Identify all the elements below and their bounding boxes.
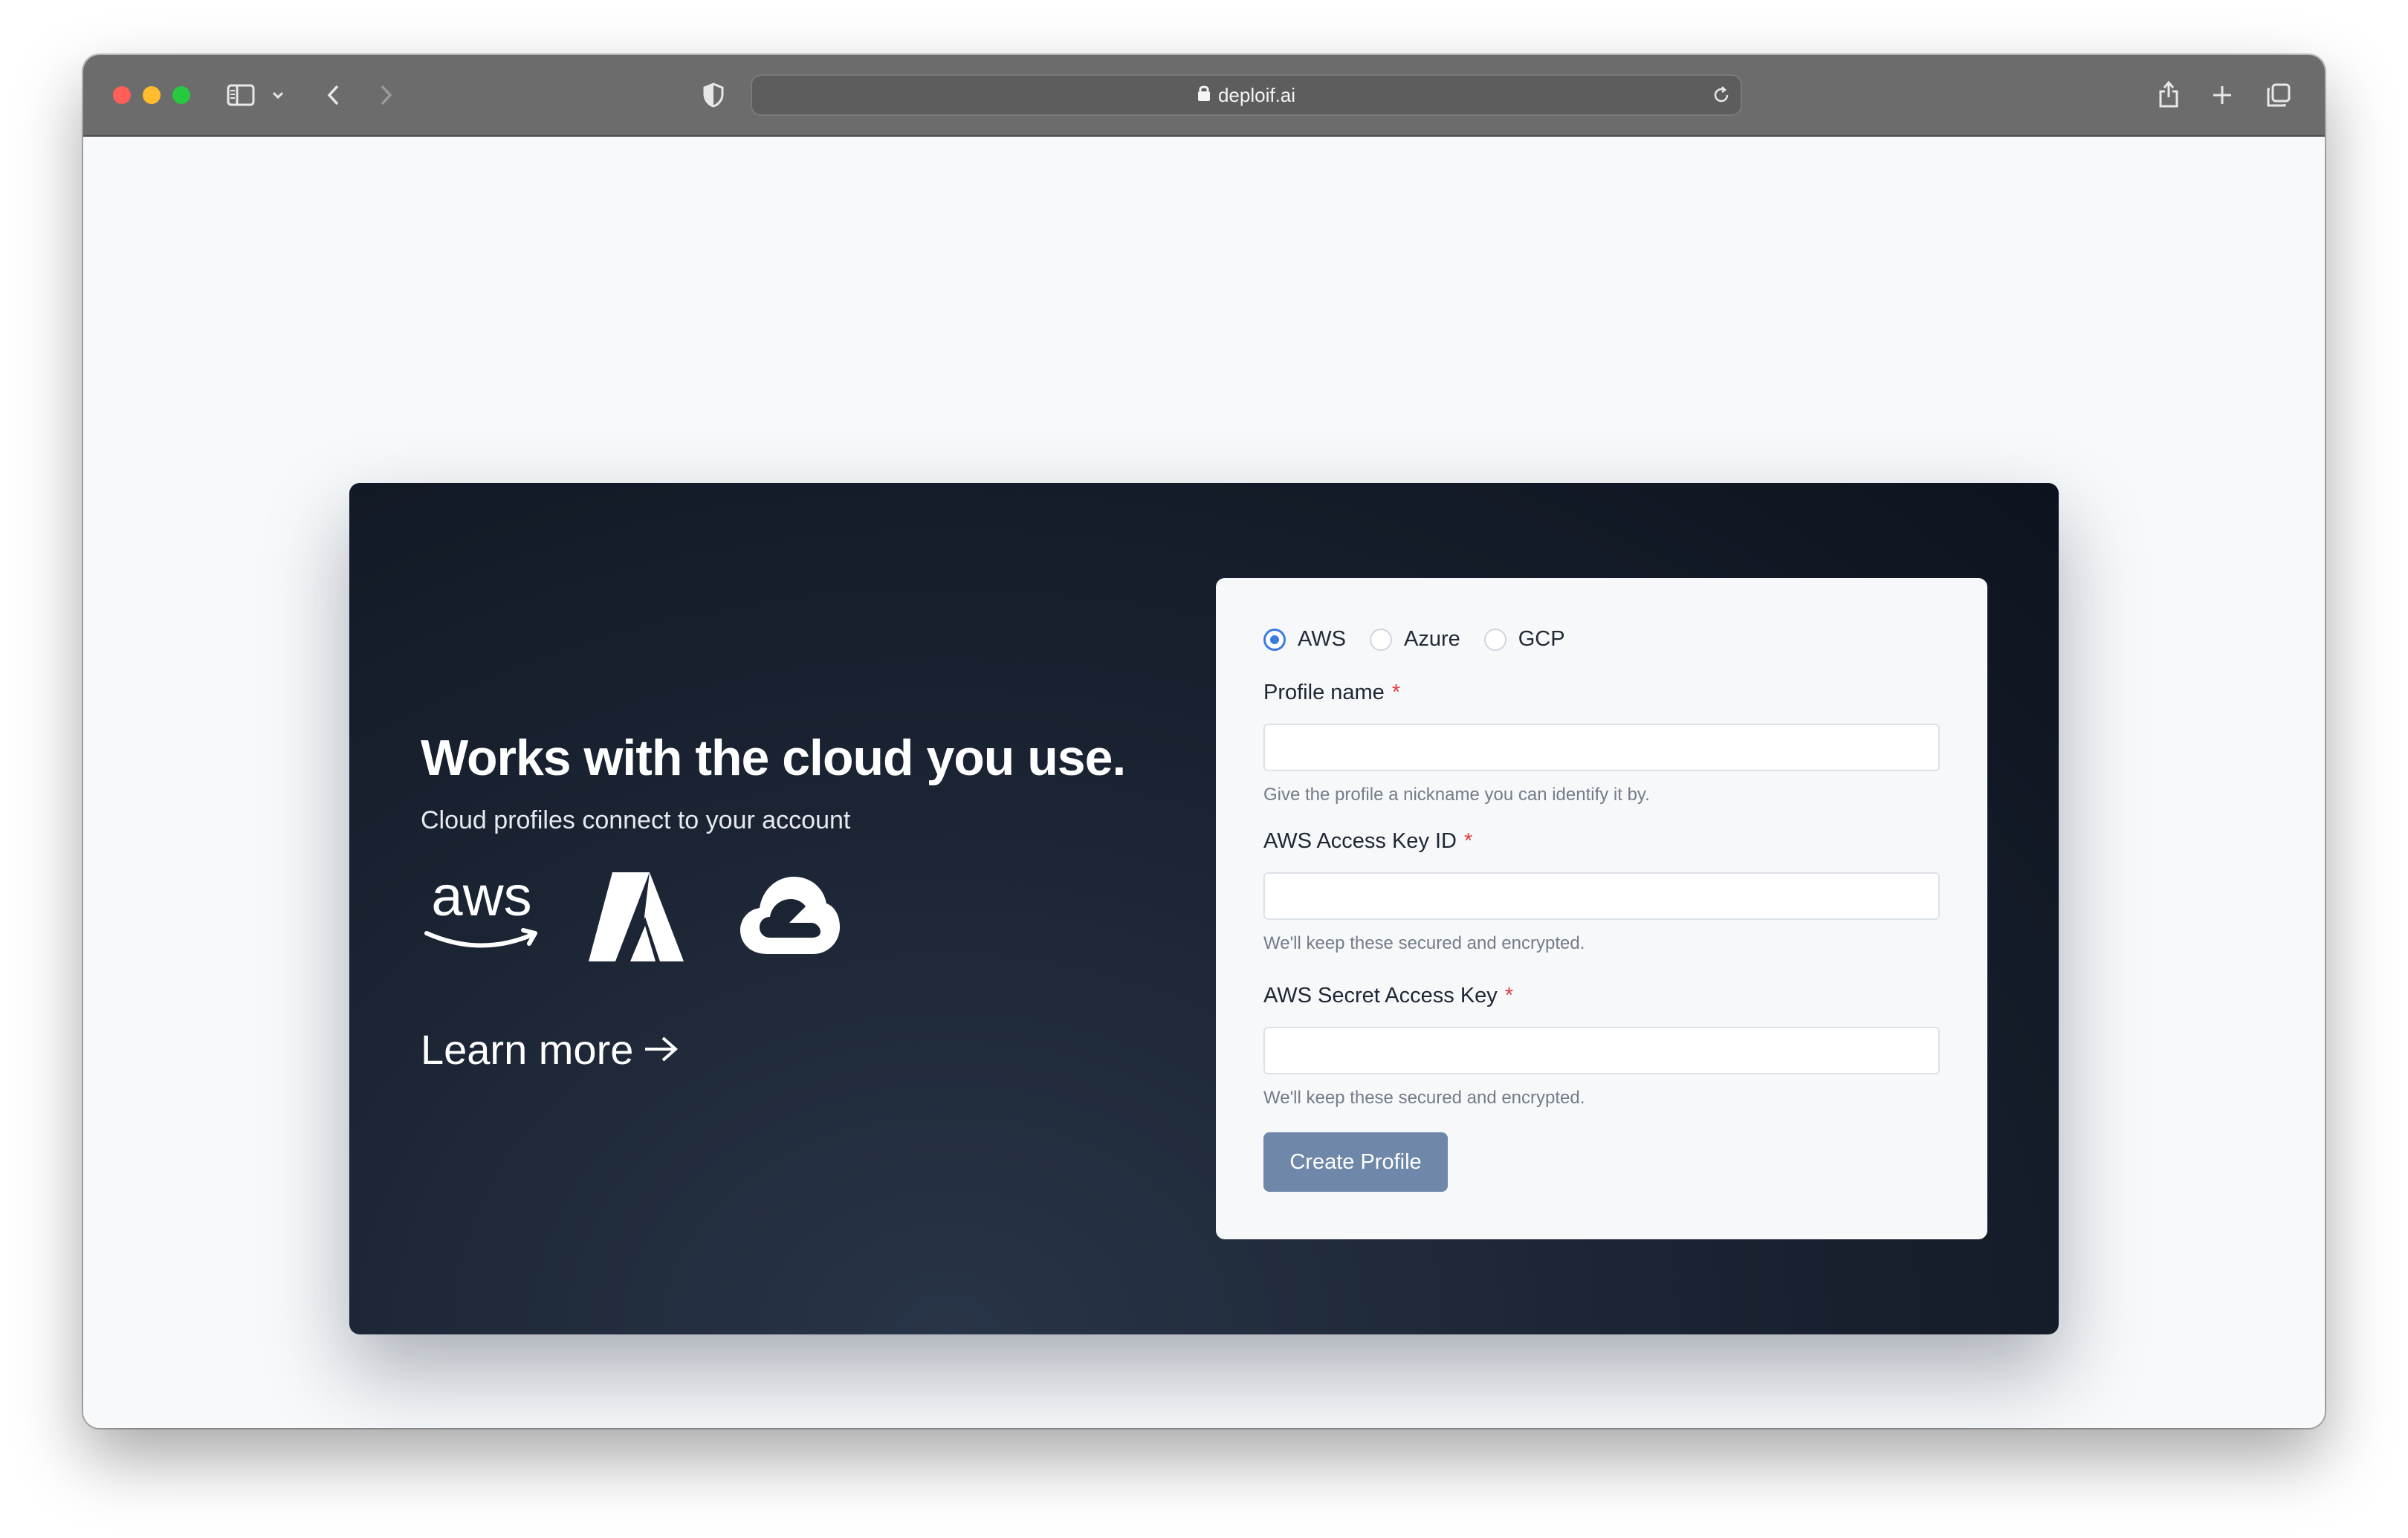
provider-label-gcp: GCP <box>1518 627 1565 651</box>
shield-icon[interactable] <box>700 82 727 108</box>
sidebar-toggle-icon[interactable] <box>226 82 256 108</box>
hero-content: Works with the cloud you use. Cloud prof… <box>421 728 1164 1073</box>
cloud-logos: aws <box>421 865 867 973</box>
create-profile-form: AWS Azure GCP Profile name * Give the pr… <box>1216 578 1987 1239</box>
browser-toolbar: deploif.ai <box>83 55 2325 137</box>
required-mark: * <box>1464 829 1473 853</box>
azure-logo <box>586 869 687 970</box>
new-tab-icon[interactable] <box>2209 82 2236 108</box>
provider-label-azure: Azure <box>1403 627 1460 651</box>
address-bar[interactable]: deploif.ai <box>751 74 1742 116</box>
share-icon[interactable] <box>2155 77 2182 110</box>
hero-title: Works with the cloud you use. <box>421 730 1126 786</box>
profile-name-input[interactable] <box>1263 724 1940 771</box>
access-key-id-label: AWS Access Key ID * <box>1263 829 1472 854</box>
access-key-id-label-text: AWS Access Key ID <box>1263 829 1457 853</box>
aws-logo: aws <box>421 865 547 970</box>
radio-gcp[interactable] <box>1483 628 1506 651</box>
minimize-window-button[interactable] <box>143 86 161 104</box>
provider-option-gcp[interactable]: GCP <box>1483 627 1565 652</box>
required-mark: * <box>1391 681 1401 704</box>
aws-logo-text: aws <box>431 869 531 928</box>
provider-option-aws[interactable]: AWS <box>1263 627 1346 652</box>
hero-subtitle: Cloud profiles connect to your account <box>421 806 851 834</box>
radio-azure[interactable] <box>1369 628 1392 651</box>
access-key-id-help: We'll keep these secured and encrypted. <box>1263 933 1585 953</box>
provider-option-azure[interactable]: Azure <box>1369 627 1460 652</box>
maximize-window-button[interactable] <box>172 86 190 104</box>
access-key-id-input[interactable] <box>1263 872 1940 920</box>
gcp-logo <box>737 872 841 965</box>
secret-access-key-input[interactable] <box>1263 1027 1940 1074</box>
profile-name-label-text: Profile name <box>1263 681 1385 704</box>
profile-name-help: Give the profile a nickname you can iden… <box>1263 785 1650 805</box>
page-content: Works with the cloud you use. Cloud prof… <box>83 137 2325 1428</box>
hero-panel: Works with the cloud you use. Cloud prof… <box>349 483 2059 1334</box>
chevron-down-icon[interactable] <box>269 85 287 106</box>
create-profile-button[interactable]: Create Profile <box>1263 1132 1448 1192</box>
learn-more-label: Learn more <box>421 1026 634 1073</box>
tab-overview-icon[interactable] <box>2264 80 2294 110</box>
provider-label-aws: AWS <box>1298 627 1346 651</box>
secret-access-key-label-text: AWS Secret Access Key <box>1263 984 1498 1008</box>
close-window-button[interactable] <box>113 86 131 104</box>
required-mark: * <box>1504 984 1514 1008</box>
reload-icon[interactable] <box>1709 83 1733 107</box>
back-icon[interactable] <box>323 82 345 108</box>
secret-access-key-label: AWS Secret Access Key * <box>1263 984 1513 1008</box>
arrow-right-icon <box>642 1025 681 1074</box>
browser-window: deploif.ai Works with the cloud you use.… <box>83 55 2325 1428</box>
profile-name-label: Profile name * <box>1263 681 1400 705</box>
learn-more-link[interactable]: Learn more <box>421 1025 681 1074</box>
radio-aws[interactable] <box>1263 628 1286 651</box>
secret-access-key-help: We'll keep these secured and encrypted. <box>1263 1088 1585 1108</box>
provider-selector: AWS Azure GCP <box>1263 627 1589 652</box>
forward-icon[interactable] <box>375 82 397 108</box>
address-url: deploif.ai <box>1217 83 1296 106</box>
lock-icon <box>1197 84 1211 107</box>
